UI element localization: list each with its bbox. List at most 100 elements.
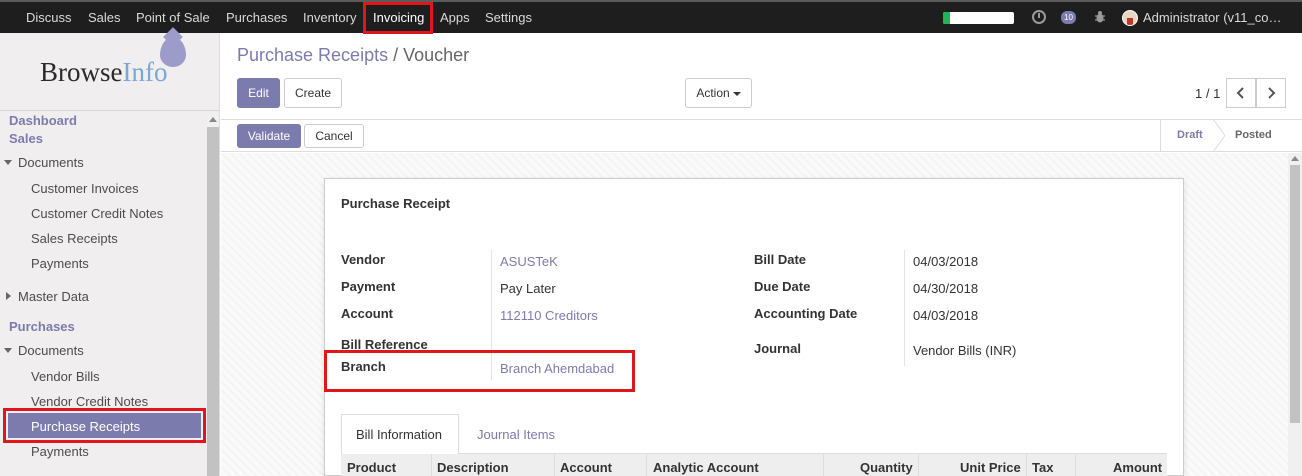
column-header[interactable]: Tax: [1032, 460, 1053, 475]
caret-down-icon: [4, 160, 12, 165]
sidebar-purchases-documents[interactable]: Documents: [18, 343, 84, 358]
sidebar-dashboard[interactable]: Dashboard: [9, 113, 77, 128]
user-avatar[interactable]: [1122, 10, 1138, 26]
menu-discuss[interactable]: Discuss: [26, 2, 72, 33]
account-label: Account: [341, 306, 393, 321]
sidebar-item-purchase-payments[interactable]: Payments: [31, 444, 89, 459]
column-separator: [431, 454, 432, 476]
column-header[interactable]: Amount: [1113, 460, 1162, 475]
due-date-label: Due Date: [754, 279, 811, 294]
company-logo: BrowseInfo: [0, 33, 220, 109]
logo-text-info: Info: [122, 57, 168, 87]
breadcrumb: Purchase Receipts / Voucher: [237, 45, 469, 66]
column-header[interactable]: Account: [560, 460, 612, 475]
column-separator: [1026, 454, 1027, 476]
field-divider: [904, 250, 905, 366]
status-draft: Draft: [1177, 129, 1203, 141]
form-scroll-thumb[interactable]: [1290, 165, 1300, 423]
form-scrollbar[interactable]: [1288, 153, 1302, 476]
column-separator: [918, 454, 919, 476]
messages-count: 10: [1064, 13, 1073, 22]
sidebar-divider: [0, 110, 220, 111]
sidebar-scroll-thumb[interactable]: [207, 127, 219, 476]
top-navbar: Discuss Sales Point of Sale Purchases In…: [0, 0, 1302, 34]
tab-journal-items[interactable]: Journal Items: [477, 427, 555, 442]
journal-label: Journal: [754, 341, 801, 356]
bill-date-value: 04/03/2018: [913, 254, 979, 269]
sidebar-item-sales-receipts[interactable]: Sales Receipts: [31, 231, 118, 246]
sidebar-section-sales: Sales: [9, 131, 43, 146]
column-separator: [554, 454, 555, 476]
logo-text-browse: Browse: [40, 57, 123, 87]
planner-progress-bar[interactable]: [943, 12, 1014, 24]
menu-settings[interactable]: Settings: [485, 2, 532, 33]
column-header[interactable]: Unit Price: [960, 460, 1021, 475]
sidebar-section-purchases: Purchases: [9, 319, 75, 334]
form-title: Purchase Receipt: [341, 196, 451, 211]
caret-down-icon: [732, 91, 741, 96]
sidebar-item-vendor-bills[interactable]: Vendor Bills: [31, 369, 100, 384]
menu-purchases[interactable]: Purchases: [226, 2, 287, 33]
column-header[interactable]: Quantity: [860, 460, 913, 475]
breadcrumb-current: Voucher: [403, 45, 470, 65]
sidebar-item-purchase-receipts[interactable]: Purchase Receipts: [31, 419, 140, 434]
menu-apps[interactable]: Apps: [440, 2, 470, 33]
chevron-right-icon: [1268, 87, 1276, 99]
sidebar-scrollbar[interactable]: [207, 115, 219, 476]
scroll-up-arrow-icon[interactable]: [1291, 156, 1299, 161]
sidebar: BrowseInfo Dashboard Sales Documents Cus…: [0, 33, 220, 476]
due-date-value: 04/30/2018: [913, 281, 979, 296]
user-menu[interactable]: Administrator (v11_co…: [1143, 2, 1281, 33]
pager-next-button[interactable]: [1256, 78, 1286, 108]
caret-down-icon: [4, 348, 12, 353]
menu-inventory[interactable]: Inventory: [303, 2, 356, 33]
chevron-left-icon: [1236, 87, 1244, 99]
scroll-up-arrow-icon[interactable]: [209, 117, 217, 122]
column-header[interactable]: Analytic Account: [653, 460, 759, 475]
validate-button[interactable]: Validate: [237, 124, 301, 148]
sidebar-master-data[interactable]: Master Data: [18, 289, 89, 304]
progress-fill: [943, 12, 951, 24]
pager-value[interactable]: 1 / 1: [1195, 86, 1220, 101]
status-arrow-icon: [1213, 119, 1226, 152]
form-statusbar: [221, 119, 1302, 152]
payment-label: Payment: [341, 279, 396, 294]
create-button[interactable]: Create: [284, 78, 342, 108]
accounting-date-value: 04/03/2018: [913, 308, 979, 323]
column-header[interactable]: Product: [347, 460, 396, 475]
column-header[interactable]: Description: [437, 460, 509, 475]
column-separator: [646, 454, 647, 476]
vendor-label: Vendor: [341, 252, 386, 267]
payment-value: Pay Later: [500, 281, 556, 296]
accounting-date-label: Accounting Date: [754, 306, 858, 321]
journal-value: Vendor Bills (INR): [913, 343, 1017, 358]
sidebar-item-customer-invoices[interactable]: Customer Invoices: [31, 181, 139, 196]
action-label: Action: [696, 86, 730, 100]
bill-date-label: Bill Date: [754, 252, 807, 267]
messages-icon[interactable]: 10: [1061, 11, 1076, 24]
account-value[interactable]: 112110 Creditors: [500, 308, 598, 323]
cancel-button[interactable]: Cancel: [304, 124, 364, 148]
edit-button[interactable]: Edit: [237, 78, 280, 108]
tab-bill-information-label[interactable]: Bill Information: [356, 427, 442, 442]
action-dropdown-button[interactable]: Action: [685, 78, 752, 108]
breadcrumb-parent-link[interactable]: Purchase Receipts: [237, 45, 388, 65]
sidebar-item-vendor-credit-notes[interactable]: Vendor Credit Notes: [31, 394, 148, 409]
column-separator: [1075, 454, 1076, 476]
pager-previous-button[interactable]: [1226, 78, 1256, 108]
invoicing-highlight-box: [363, 2, 433, 34]
menu-sales[interactable]: Sales: [88, 2, 121, 33]
sidebar-sales-documents[interactable]: Documents: [18, 155, 84, 170]
debug-bug-icon[interactable]: [1094, 10, 1106, 26]
branch-highlight-box: [324, 350, 635, 392]
status-posted[interactable]: Posted: [1235, 129, 1272, 141]
column-separator: [823, 454, 824, 476]
status-pipeline: Draft Posted: [1160, 119, 1302, 152]
breadcrumb-separator: /: [393, 45, 399, 65]
sidebar-item-sales-payments[interactable]: Payments: [31, 256, 89, 271]
activity-clock-icon[interactable]: [1032, 10, 1046, 24]
lines-table-header: Product Description Account Analytic Acc…: [341, 454, 1167, 476]
vendor-value[interactable]: ASUSTeK: [500, 254, 558, 269]
caret-right-icon: [6, 292, 11, 300]
sidebar-item-customer-credit-notes[interactable]: Customer Credit Notes: [31, 206, 163, 221]
